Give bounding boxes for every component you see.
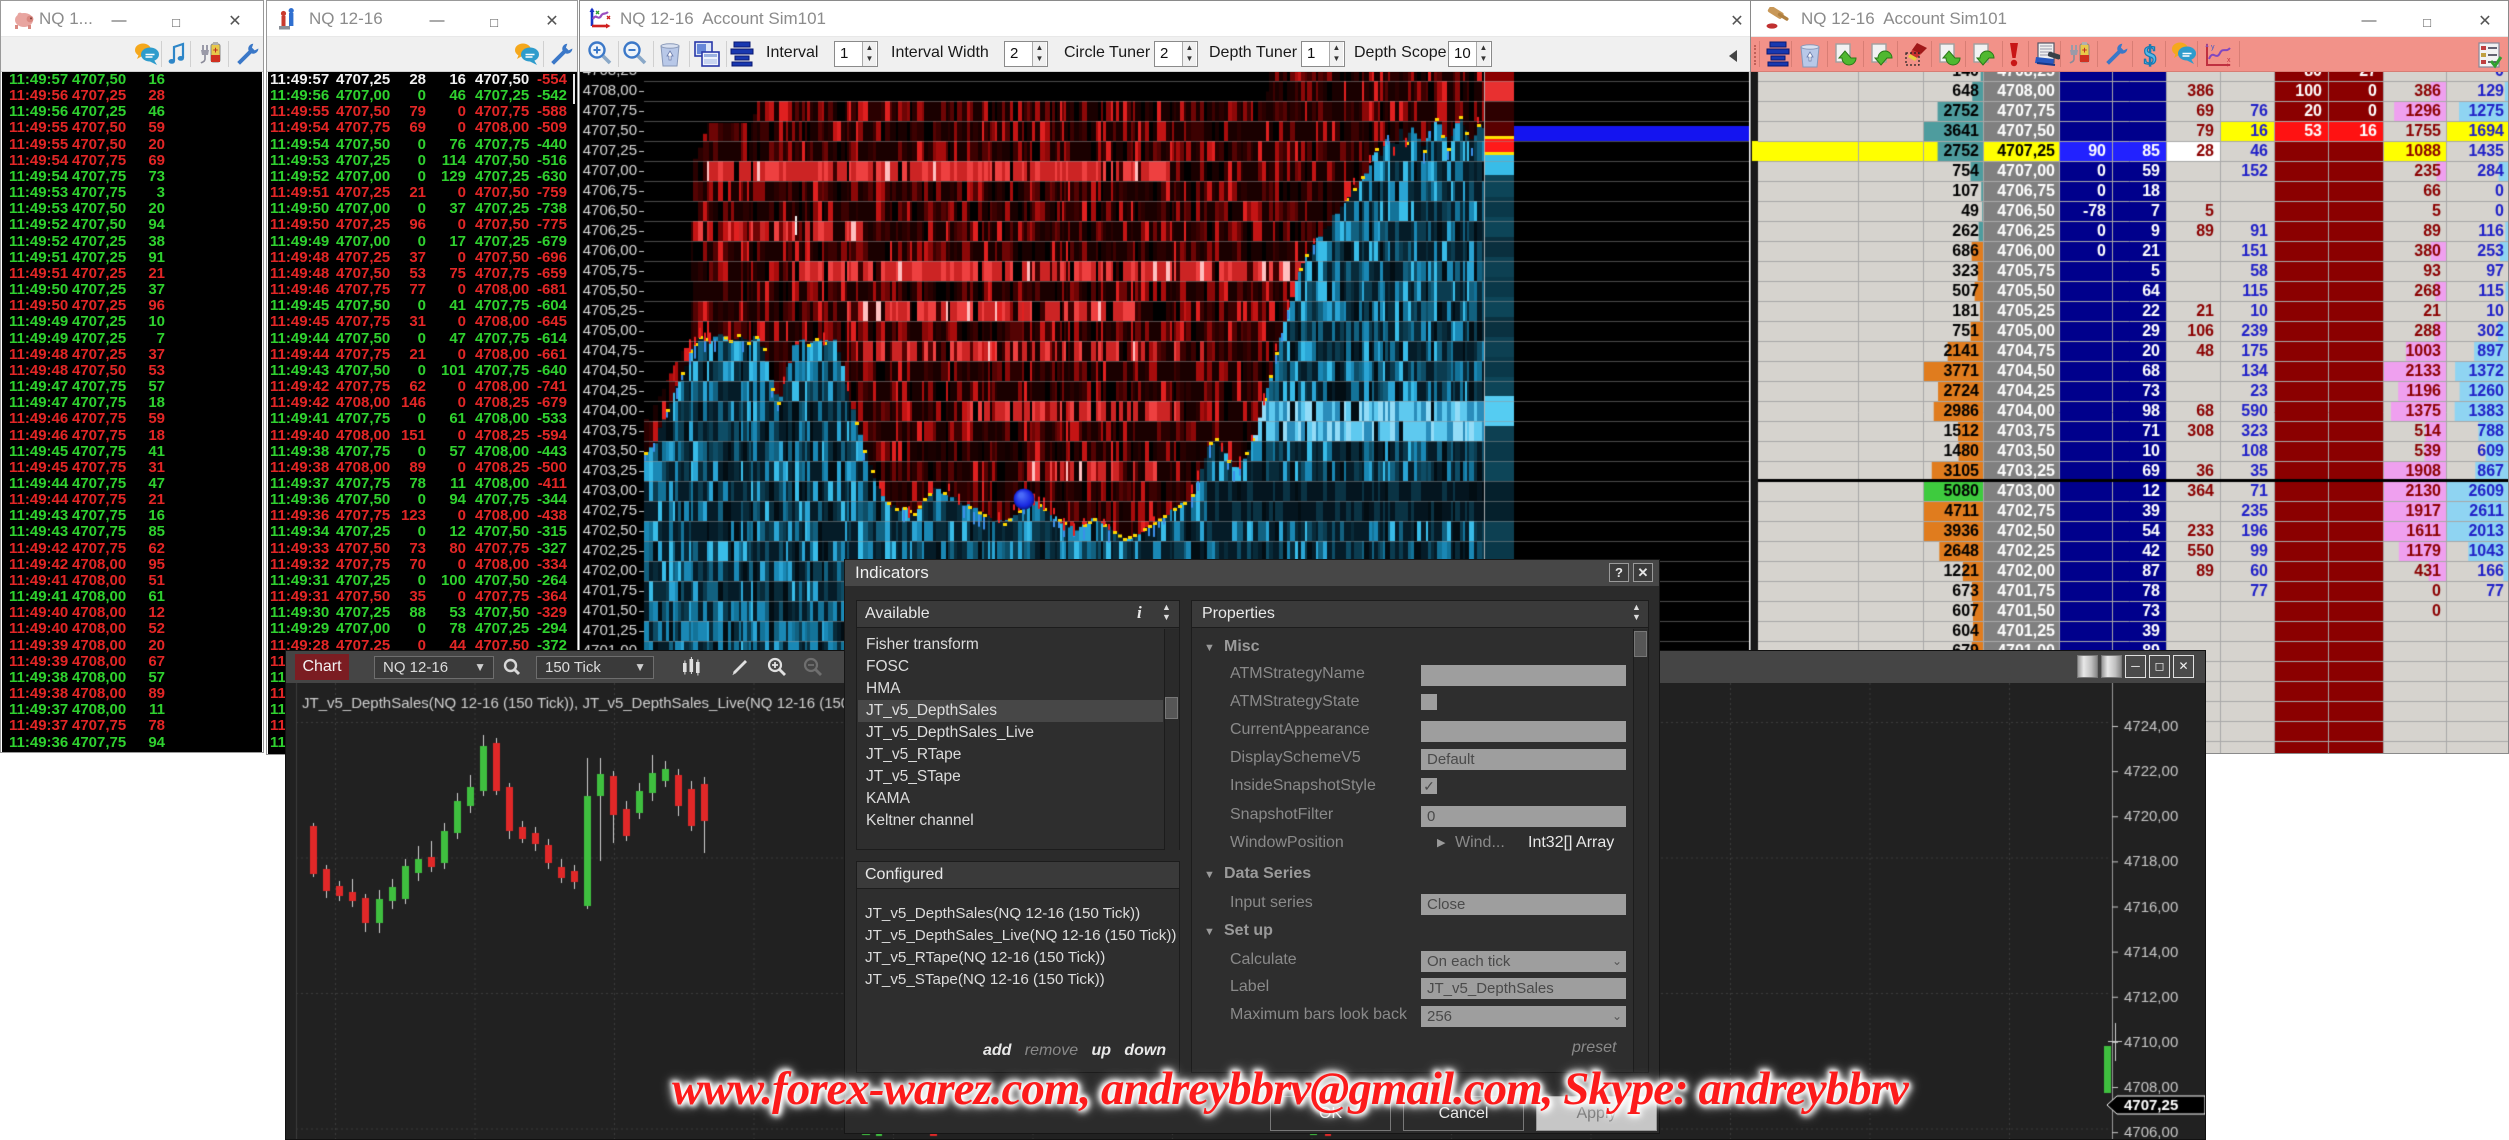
svg-text:x: x — [2227, 57, 2231, 64]
svg-text:$: $ — [2144, 41, 2157, 69]
svg-text:+: + — [2082, 45, 2087, 55]
svg-text:+: + — [213, 45, 218, 55]
svg-text:y: y — [2211, 44, 2215, 51]
